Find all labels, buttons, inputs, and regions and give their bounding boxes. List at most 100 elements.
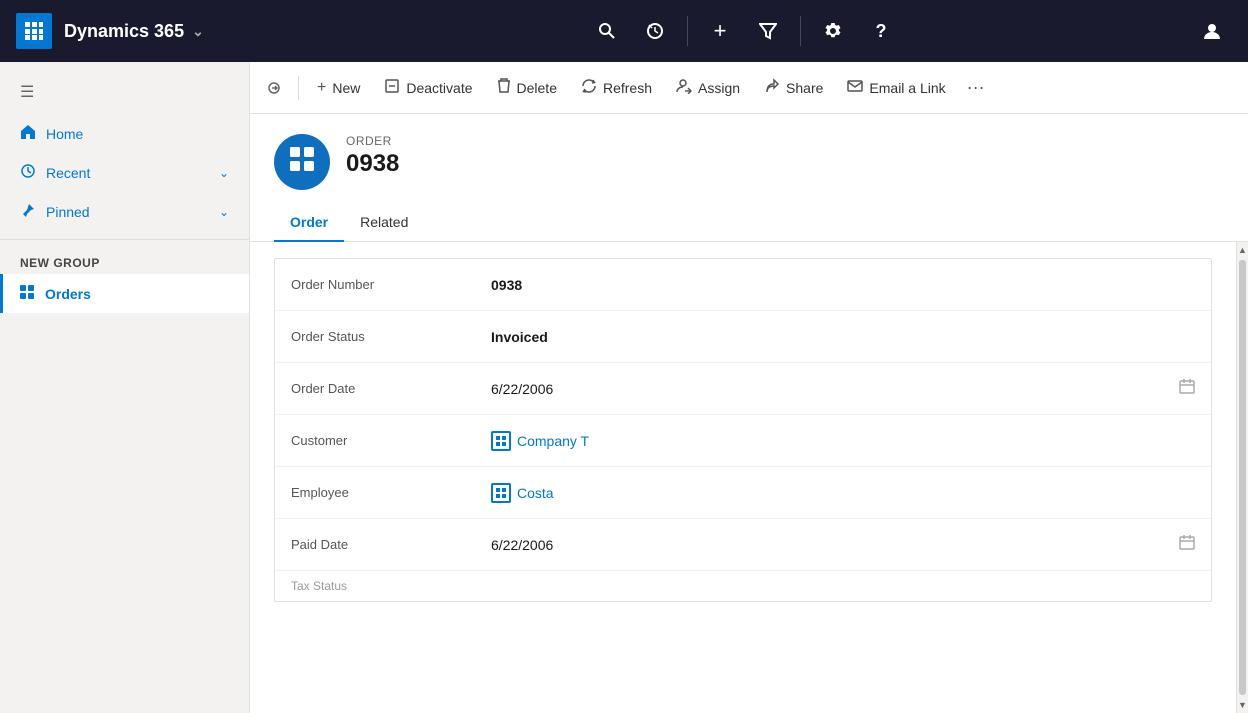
sidebar-home-left: Home xyxy=(20,124,83,143)
content-area: + New Deactivate Delete xyxy=(250,62,1248,713)
top-nav-right xyxy=(1192,11,1248,51)
email-link-button[interactable]: Email a Link xyxy=(837,72,955,103)
recent-clock-icon xyxy=(20,163,36,182)
email-icon xyxy=(847,78,863,97)
delete-icon xyxy=(497,78,511,97)
paid-date-calendar-icon[interactable] xyxy=(1179,534,1195,555)
search-icon[interactable] xyxy=(587,11,627,51)
calendar-icon[interactable] xyxy=(1179,378,1195,399)
tax-status-label: Tax Status xyxy=(291,579,491,593)
new-label: New xyxy=(332,80,360,96)
tab-order[interactable]: Order xyxy=(274,206,344,242)
pin-icon xyxy=(20,202,36,221)
recent-chevron-icon: ⌄ xyxy=(219,166,229,180)
expand-collapse-button[interactable] xyxy=(258,72,290,104)
sidebar-item-home[interactable]: Home xyxy=(0,114,249,153)
add-icon[interactable]: + xyxy=(700,11,740,51)
recent-icon[interactable] xyxy=(635,11,675,51)
top-navigation: Dynamics 365 ⌄ + xyxy=(0,0,1248,62)
paid-date-value: 6/22/2006 xyxy=(491,537,1179,553)
employee-link-icon xyxy=(491,483,511,503)
record-type: ORDER xyxy=(346,134,1224,148)
table-row: Tax Status xyxy=(275,571,1211,601)
sidebar-nav-section: New Group Orders xyxy=(0,240,249,317)
more-icon: ··· xyxy=(967,77,985,98)
assign-label: Assign xyxy=(698,80,740,96)
customer-link-icon xyxy=(491,431,511,451)
app-title-chevron-icon: ⌄ xyxy=(192,23,204,40)
sidebar: ☰ Home xyxy=(0,62,250,713)
new-button[interactable]: + New xyxy=(307,73,370,103)
sidebar-item-orders[interactable]: Orders xyxy=(0,274,249,313)
cmd-separator xyxy=(298,76,299,100)
top-nav-center: + ? xyxy=(296,11,1192,51)
sidebar-recent-left: Recent xyxy=(20,163,90,182)
right-scrollbar: ▲ ▼ xyxy=(1236,242,1248,713)
employee-name: Costa xyxy=(517,485,554,501)
customer-value[interactable]: Company T xyxy=(491,431,1195,451)
more-commands-button[interactable]: ··· xyxy=(960,72,992,104)
filter-icon[interactable] xyxy=(748,11,788,51)
form-container: Order Number 0938 Order Status Invoiced … xyxy=(250,242,1248,713)
help-icon[interactable]: ? xyxy=(861,11,901,51)
table-row: Employee Costa xyxy=(275,467,1211,519)
sidebar-pinned-label: Pinned xyxy=(46,204,90,220)
refresh-label: Refresh xyxy=(603,80,652,96)
record-header: ORDER 0938 xyxy=(250,114,1248,190)
table-row: Customer Company T xyxy=(275,415,1211,467)
tab-related[interactable]: Related xyxy=(344,206,424,242)
order-date-label: Order Date xyxy=(291,381,491,396)
deactivate-label: Deactivate xyxy=(406,80,472,96)
app-title-text: Dynamics 365 xyxy=(64,21,184,42)
form-area: Order Number 0938 Order Status Invoiced … xyxy=(250,242,1236,713)
table-row: Order Status Invoiced xyxy=(275,311,1211,363)
scroll-up-button[interactable]: ▲ xyxy=(1237,242,1248,258)
tabs-bar: Order Related xyxy=(250,190,1248,242)
delete-label: Delete xyxy=(517,80,557,96)
scroll-down-button[interactable]: ▼ xyxy=(1237,697,1248,713)
share-button[interactable]: Share xyxy=(754,72,833,103)
delete-button[interactable]: Delete xyxy=(487,72,567,103)
sidebar-group-label: New Group xyxy=(0,244,249,274)
waffle-menu-icon[interactable] xyxy=(16,13,52,49)
home-icon xyxy=(20,124,36,143)
paid-date-label: Paid Date xyxy=(291,537,491,552)
share-label: Share xyxy=(786,80,823,96)
order-number-label: Order Number xyxy=(291,277,491,292)
command-bar: + New Deactivate Delete xyxy=(250,62,1248,114)
orders-label: Orders xyxy=(45,286,91,302)
app-title[interactable]: Dynamics 365 ⌄ xyxy=(64,21,204,42)
customer-name: Company T xyxy=(517,433,589,449)
main-layout: ☰ Home xyxy=(0,62,1248,713)
record-avatar xyxy=(274,134,330,190)
table-row: Paid Date 6/22/2006 xyxy=(275,519,1211,571)
employee-value[interactable]: Costa xyxy=(491,483,1195,503)
share-icon xyxy=(764,78,780,97)
nav-divider xyxy=(687,16,688,46)
sidebar-home-label: Home xyxy=(46,126,83,142)
sidebar-pinned-left: Pinned xyxy=(20,202,90,221)
orders-icon xyxy=(19,284,35,303)
sidebar-top: ☰ Home xyxy=(0,62,249,240)
scrollbar-thumb[interactable] xyxy=(1239,260,1246,695)
pinned-chevron-icon: ⌄ xyxy=(219,205,229,219)
assign-button[interactable]: Assign xyxy=(666,72,750,103)
record-name: 0938 xyxy=(346,150,1224,178)
employee-label: Employee xyxy=(291,485,491,500)
sidebar-menu-button[interactable]: ☰ xyxy=(0,70,249,114)
nav-divider-2 xyxy=(800,16,801,46)
sidebar-recent-label: Recent xyxy=(46,165,90,181)
order-date-value: 6/22/2006 xyxy=(491,381,1179,397)
table-row: Order Number 0938 xyxy=(275,259,1211,311)
sidebar-item-pinned[interactable]: Pinned ⌄ xyxy=(0,192,249,231)
new-icon: + xyxy=(317,79,326,97)
top-nav-left: Dynamics 365 ⌄ xyxy=(0,13,296,49)
hamburger-icon: ☰ xyxy=(20,82,34,102)
record-info: ORDER 0938 xyxy=(346,134,1224,178)
refresh-button[interactable]: Refresh xyxy=(571,72,662,103)
user-icon[interactable] xyxy=(1192,11,1232,51)
deactivate-icon xyxy=(384,78,400,97)
deactivate-button[interactable]: Deactivate xyxy=(374,72,482,103)
settings-icon[interactable] xyxy=(813,11,853,51)
sidebar-item-recent[interactable]: Recent ⌄ xyxy=(0,153,249,192)
